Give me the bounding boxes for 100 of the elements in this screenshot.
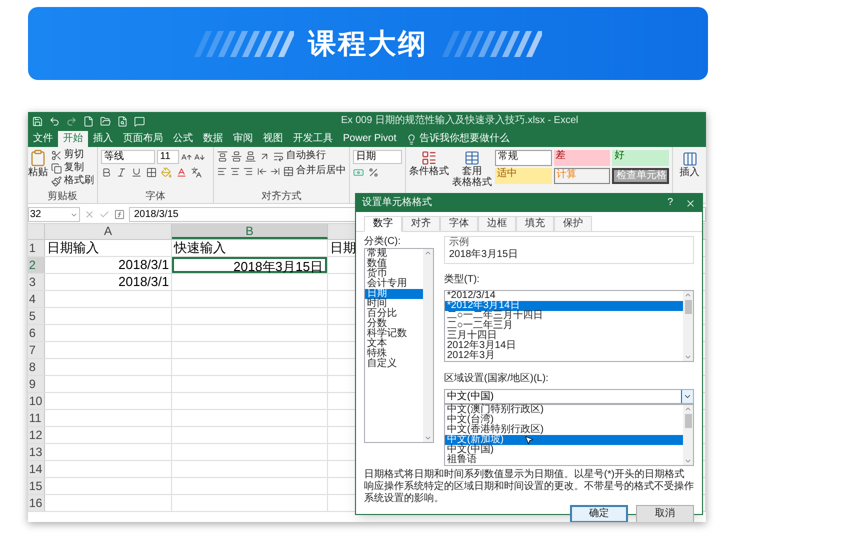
conditional-format-icon[interactable]	[421, 150, 437, 166]
font-name-field[interactable]: 等线	[101, 150, 155, 164]
list-item[interactable]: 祖鲁语	[445, 455, 683, 465]
list-item[interactable]: 数值	[365, 259, 423, 269]
row-header[interactable]: 2	[28, 257, 45, 273]
dialog-tab[interactable]: 对齐	[402, 216, 440, 232]
dialog-tab[interactable]: 字体	[440, 216, 478, 232]
italic-icon[interactable]	[116, 167, 127, 178]
insert-cells-icon[interactable]	[682, 151, 698, 167]
list-item[interactable]: 时间	[365, 299, 423, 309]
list-item[interactable]: 会计专用	[365, 279, 423, 289]
row-header[interactable]: 13	[28, 444, 45, 460]
list-item[interactable]: 常规	[365, 249, 423, 259]
percent-icon[interactable]	[368, 167, 379, 178]
wrap-text-button[interactable]: 自动换行	[273, 150, 326, 162]
cell-style[interactable]: 常规	[495, 150, 552, 166]
list-item[interactable]: 二○一二年三月	[445, 321, 683, 331]
dialog-tab[interactable]: 边框	[478, 216, 516, 232]
redo-icon[interactable]	[66, 116, 77, 126]
row-header[interactable]: 9	[28, 376, 45, 392]
scrollbar-thumb[interactable]	[684, 414, 692, 428]
dialog-tab[interactable]: 数字	[364, 216, 402, 232]
ribbon-tab[interactable]: Power Pivot	[338, 131, 402, 147]
cut-button[interactable]: 剪切	[51, 149, 94, 161]
tell-me-search[interactable]: 告诉我你想要做什么	[401, 131, 514, 147]
function-icon[interactable]	[114, 209, 125, 220]
ribbon-tab[interactable]: 开始	[58, 131, 88, 147]
merge-center-button[interactable]: 合并后居中	[283, 165, 346, 177]
row-header[interactable]: 7	[28, 342, 45, 358]
row-header[interactable]: 6	[28, 325, 45, 341]
row-header[interactable]: 16	[28, 495, 45, 511]
decrease-indent-icon[interactable]	[256, 166, 267, 176]
locale-dropdown[interactable]: 中文(中国)	[444, 389, 694, 404]
underline-icon[interactable]	[131, 167, 142, 178]
dialog-tab[interactable]: 填充	[516, 216, 554, 232]
comment-icon[interactable]	[134, 116, 145, 126]
list-item[interactable]: 特殊	[365, 349, 423, 359]
increase-indent-icon[interactable]	[270, 166, 280, 176]
row-header[interactable]: 4	[28, 291, 45, 307]
ribbon-tab[interactable]: 文件	[28, 131, 58, 147]
format-painter-button[interactable]: 格式刷	[51, 175, 94, 187]
align-middle-icon[interactable]	[231, 150, 242, 162]
scissors-icon[interactable]	[51, 150, 62, 160]
phonetic-icon[interactable]	[191, 167, 202, 178]
row-header[interactable]: 10	[28, 393, 45, 409]
list-item[interactable]: 分数	[365, 319, 423, 329]
number-format-field[interactable]: 日期	[353, 150, 402, 164]
row-header[interactable]: 15	[28, 478, 45, 494]
list-item[interactable]: 2012年3月14日	[445, 341, 683, 351]
list-item[interactable]: 中文(澳门特别行政区)	[445, 405, 683, 415]
list-item[interactable]: 百分比	[365, 309, 423, 319]
cell-style[interactable]: 好	[612, 150, 669, 166]
chevron-down-icon[interactable]	[70, 211, 78, 219]
column-header[interactable]: B	[172, 224, 328, 239]
font-color-icon[interactable]	[176, 167, 187, 178]
list-item[interactable]: 中文(中国)	[445, 445, 683, 455]
row-header[interactable]: 5	[28, 308, 45, 324]
wrap-text-icon[interactable]	[273, 150, 284, 162]
table-icon[interactable]	[464, 150, 480, 166]
chevron-up-icon[interactable]	[424, 249, 432, 257]
align-left-icon[interactable]	[217, 166, 228, 176]
folder-icon[interactable]	[100, 116, 111, 126]
row-header[interactable]: 3	[28, 274, 45, 290]
chevron-up-icon[interactable]	[684, 405, 692, 413]
scrollbar[interactable]	[683, 405, 693, 465]
lightbulb-icon[interactable]	[406, 134, 418, 144]
bold-icon[interactable]	[101, 167, 112, 178]
chevron-down-icon[interactable]	[683, 392, 692, 401]
row-header[interactable]: 8	[28, 359, 45, 375]
ribbon-tab[interactable]: 视图	[258, 131, 288, 147]
list-item[interactable]: 中文(香港特别行政区)	[445, 425, 683, 435]
row-header[interactable]: 1	[28, 240, 45, 256]
list-item[interactable]: *2012/3/14	[445, 291, 683, 301]
scrollbar[interactable]	[423, 249, 433, 442]
list-item[interactable]: 二○一二年三月十四日	[445, 311, 683, 321]
name-box[interactable]: 32	[28, 207, 80, 222]
clipboard-icon[interactable]	[29, 149, 47, 167]
list-item[interactable]: 中文(台湾)	[445, 415, 683, 425]
currency-icon[interactable]	[353, 167, 364, 178]
shrink-font-icon[interactable]	[194, 152, 205, 162]
align-bottom-icon[interactable]	[245, 150, 256, 162]
cell-style[interactable]: 适中	[495, 168, 552, 184]
row-header[interactable]: 12	[28, 427, 45, 443]
list-item[interactable]: 自定义	[365, 359, 423, 369]
list-item[interactable]: 货币	[365, 269, 423, 279]
close-icon[interactable]	[685, 198, 696, 208]
copy-button[interactable]: 复制	[51, 162, 94, 174]
grow-font-icon[interactable]	[181, 152, 192, 162]
font-size-field[interactable]: 11	[157, 150, 179, 164]
dialog-tab[interactable]: 保护	[554, 216, 592, 232]
ribbon-tab[interactable]: 数据	[198, 131, 228, 147]
row-header[interactable]: 14	[28, 461, 45, 477]
row-header[interactable]: 11	[28, 410, 45, 426]
paintbrush-icon[interactable]	[51, 176, 62, 186]
cell-style[interactable]: 差	[554, 150, 610, 166]
align-center-icon[interactable]	[230, 166, 240, 176]
new-file-icon[interactable]	[83, 116, 94, 126]
fill-color-icon[interactable]	[161, 167, 172, 178]
list-item[interactable]: 2012年3月	[445, 351, 683, 361]
table-format-button[interactable]: 套用 表格格式	[452, 150, 492, 194]
